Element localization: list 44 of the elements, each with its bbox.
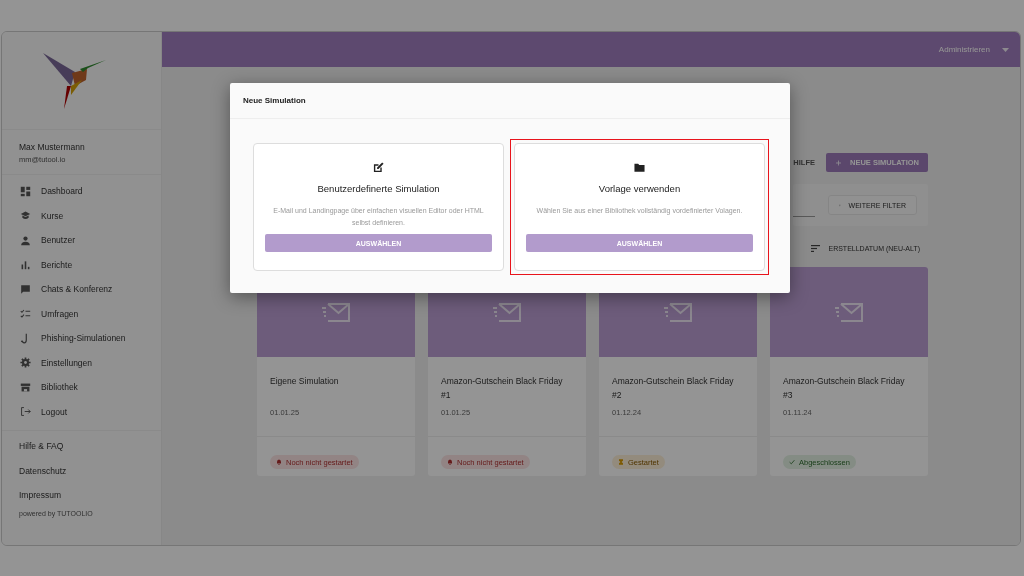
folder-icon xyxy=(634,162,645,173)
bell-icon xyxy=(447,459,453,465)
sidebar-link[interactable]: Datenschutz xyxy=(19,458,144,483)
nav-icon xyxy=(20,406,31,418)
nav-item[interactable]: Logout xyxy=(2,399,161,424)
edit-icon xyxy=(373,162,384,173)
nav-icon xyxy=(20,308,31,320)
nav-icon xyxy=(20,357,31,369)
user-name: Max Mustermann xyxy=(19,142,86,152)
nav-icon xyxy=(20,259,31,271)
option-title: Vorlage verwenden xyxy=(598,183,681,194)
check-icon xyxy=(789,459,795,465)
nav-item[interactable]: Berichte xyxy=(2,252,161,277)
option-title: Benutzerdefinerte Simulation xyxy=(317,183,440,194)
admin-menu[interactable]: Administrieren xyxy=(938,45,1009,54)
nav-item[interactable]: Chats & Konferenz xyxy=(2,277,161,302)
caret-icon xyxy=(1002,47,1009,52)
hourglass-icon xyxy=(618,459,624,465)
nav-item[interactable]: Dashboard xyxy=(2,179,161,204)
nav-icon xyxy=(20,283,31,295)
mail-icon xyxy=(492,301,522,323)
dialog-title: Neue Simulation xyxy=(243,96,306,105)
nav-item[interactable]: Kurse xyxy=(2,203,161,228)
sidebar-link[interactable]: Hilfe & FAQ xyxy=(19,434,144,459)
card-title: Amazon-Gutschein Black Friday #2 xyxy=(612,375,735,402)
sidebar-link[interactable]: Impressum xyxy=(19,483,144,508)
nav-item[interactable]: Einstellungen xyxy=(2,350,161,375)
nav-icon xyxy=(20,234,31,246)
card-title: Amazon-Gutschein Black Friday #3 xyxy=(783,375,906,402)
mail-icon xyxy=(663,301,693,323)
mail-icon xyxy=(834,301,864,323)
mail-icon xyxy=(321,301,351,323)
nav-icon xyxy=(20,185,31,197)
bell-icon xyxy=(276,459,282,465)
plus-icon xyxy=(836,158,841,167)
card-title: Eigene Simulation xyxy=(270,375,340,388)
nav-item[interactable]: Phishing-Simulationen xyxy=(2,326,161,351)
card-title: Amazon-Gutschein Black Friday #1 xyxy=(441,375,564,402)
sort-icon xyxy=(811,244,821,252)
nav-icon xyxy=(20,210,31,222)
nav-item[interactable]: Benutzer xyxy=(2,228,161,253)
nav-icon xyxy=(20,381,31,393)
nav-item[interactable]: Bibliothek xyxy=(2,375,161,400)
nav-item[interactable]: Umfragen xyxy=(2,301,161,326)
